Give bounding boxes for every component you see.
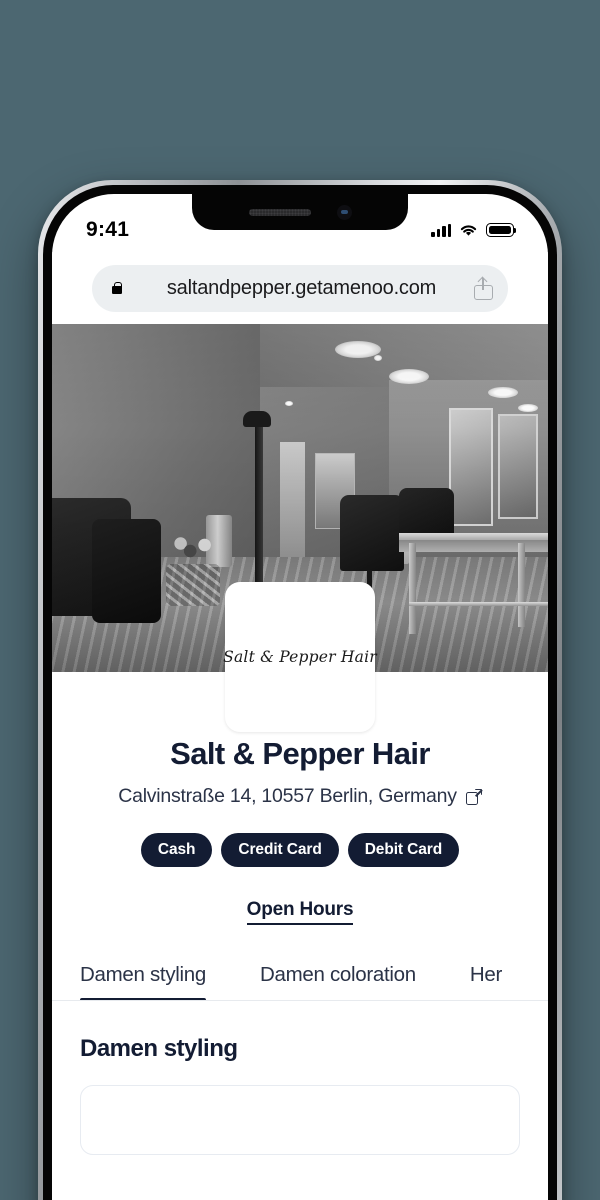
share-icon[interactable] xyxy=(474,276,493,300)
cellular-bars-icon xyxy=(431,223,451,237)
payment-badge-cash: Cash xyxy=(140,833,213,867)
status-bar-clock: 9:41 xyxy=(86,218,130,241)
tab-herren[interactable]: Her xyxy=(443,963,529,1000)
notch xyxy=(192,194,408,230)
earpiece-speaker-icon xyxy=(248,208,311,216)
wifi-icon xyxy=(460,225,477,236)
battery-full-icon xyxy=(486,223,517,237)
front-camera-icon xyxy=(336,204,352,220)
section-title: Damen styling xyxy=(80,1035,238,1062)
payment-methods-list: Cash Credit Card Debit Card xyxy=(70,833,530,867)
service-section: Damen styling xyxy=(52,1001,548,1155)
screenshot-stage: 9:41 saltandpepper.getamenoo.com Salt & … xyxy=(0,0,600,1200)
business-address[interactable]: Calvinstraße 14, 10557 Berlin, Germany xyxy=(70,785,530,808)
page-title: Salt & Pepper Hair xyxy=(170,736,430,771)
business-logo-card: Salt & Pepper Hair xyxy=(223,582,377,732)
business-logo-text: Salt & Pepper Hair xyxy=(223,648,377,666)
tab-damen-styling[interactable]: Damen styling xyxy=(80,963,233,1000)
external-link-icon xyxy=(465,788,483,805)
url-text: saltandpepper.getamenoo.com xyxy=(166,276,437,299)
phone-device-frame: 9:41 saltandpepper.getamenoo.com Salt & … xyxy=(38,180,562,1200)
tab-damen-coloration[interactable]: Damen coloration xyxy=(233,963,443,1000)
web-page-content: Salt & Pepper Hair Salt & Pepper Hair Ca… xyxy=(52,324,548,1200)
open-hours-row: Open Hours xyxy=(70,899,530,925)
service-category-tabs[interactable]: Damen styling Damen coloration Her xyxy=(52,963,548,1001)
business-address-text: Calvinstraße 14, 10557 Berlin, Germany xyxy=(118,785,457,807)
url-input[interactable]: saltandpepper.getamenoo.com xyxy=(92,264,508,312)
open-hours-link[interactable]: Open Hours xyxy=(246,899,354,925)
status-bar-indicators xyxy=(431,223,517,237)
payment-badge-debit-card: Debit Card xyxy=(347,833,460,867)
browser-address-bar: saltandpepper.getamenoo.com xyxy=(52,252,548,324)
phone-screen: 9:41 saltandpepper.getamenoo.com Salt & … xyxy=(52,194,548,1200)
payment-badge-credit-card: Credit Card xyxy=(221,833,339,867)
phone-bezel: 9:41 saltandpepper.getamenoo.com Salt & … xyxy=(43,185,557,1200)
lock-icon xyxy=(109,280,125,296)
service-card[interactable] xyxy=(80,1085,520,1155)
